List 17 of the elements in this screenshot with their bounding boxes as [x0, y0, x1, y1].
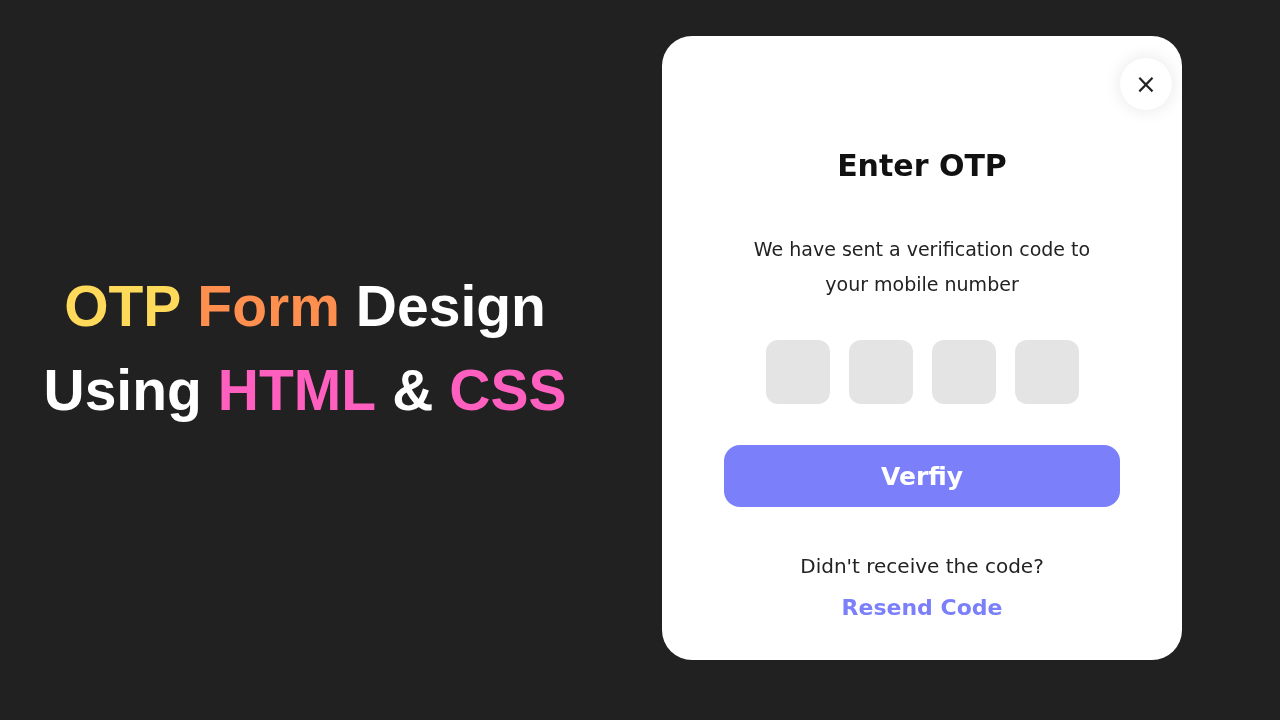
otp-digit-field[interactable]	[848, 340, 913, 404]
headline-word: Form	[197, 273, 340, 340]
verify-button[interactable]: Verfiy	[724, 445, 1120, 507]
headline-word: HTML	[217, 357, 377, 424]
dialog-title: Enter OTP	[837, 147, 1007, 185]
headline-word: &	[392, 357, 434, 424]
headline-word: CSS	[449, 357, 567, 424]
headline-word: Using	[43, 357, 202, 424]
otp-digit-field[interactable]	[1014, 340, 1079, 404]
resend-code-link[interactable]: Resend Code	[841, 593, 1003, 623]
resend-prompt: Didn't receive the code?	[800, 553, 1044, 580]
dialog-message: We have sent a verification code to your mobile number	[752, 237, 1092, 297]
headline-word: OTP	[64, 273, 182, 340]
close-button[interactable]: ×	[1120, 58, 1172, 110]
headline-word: Design	[355, 273, 546, 340]
otp-digit-field[interactable]	[765, 340, 830, 404]
otp-digit-field[interactable]	[931, 340, 996, 404]
